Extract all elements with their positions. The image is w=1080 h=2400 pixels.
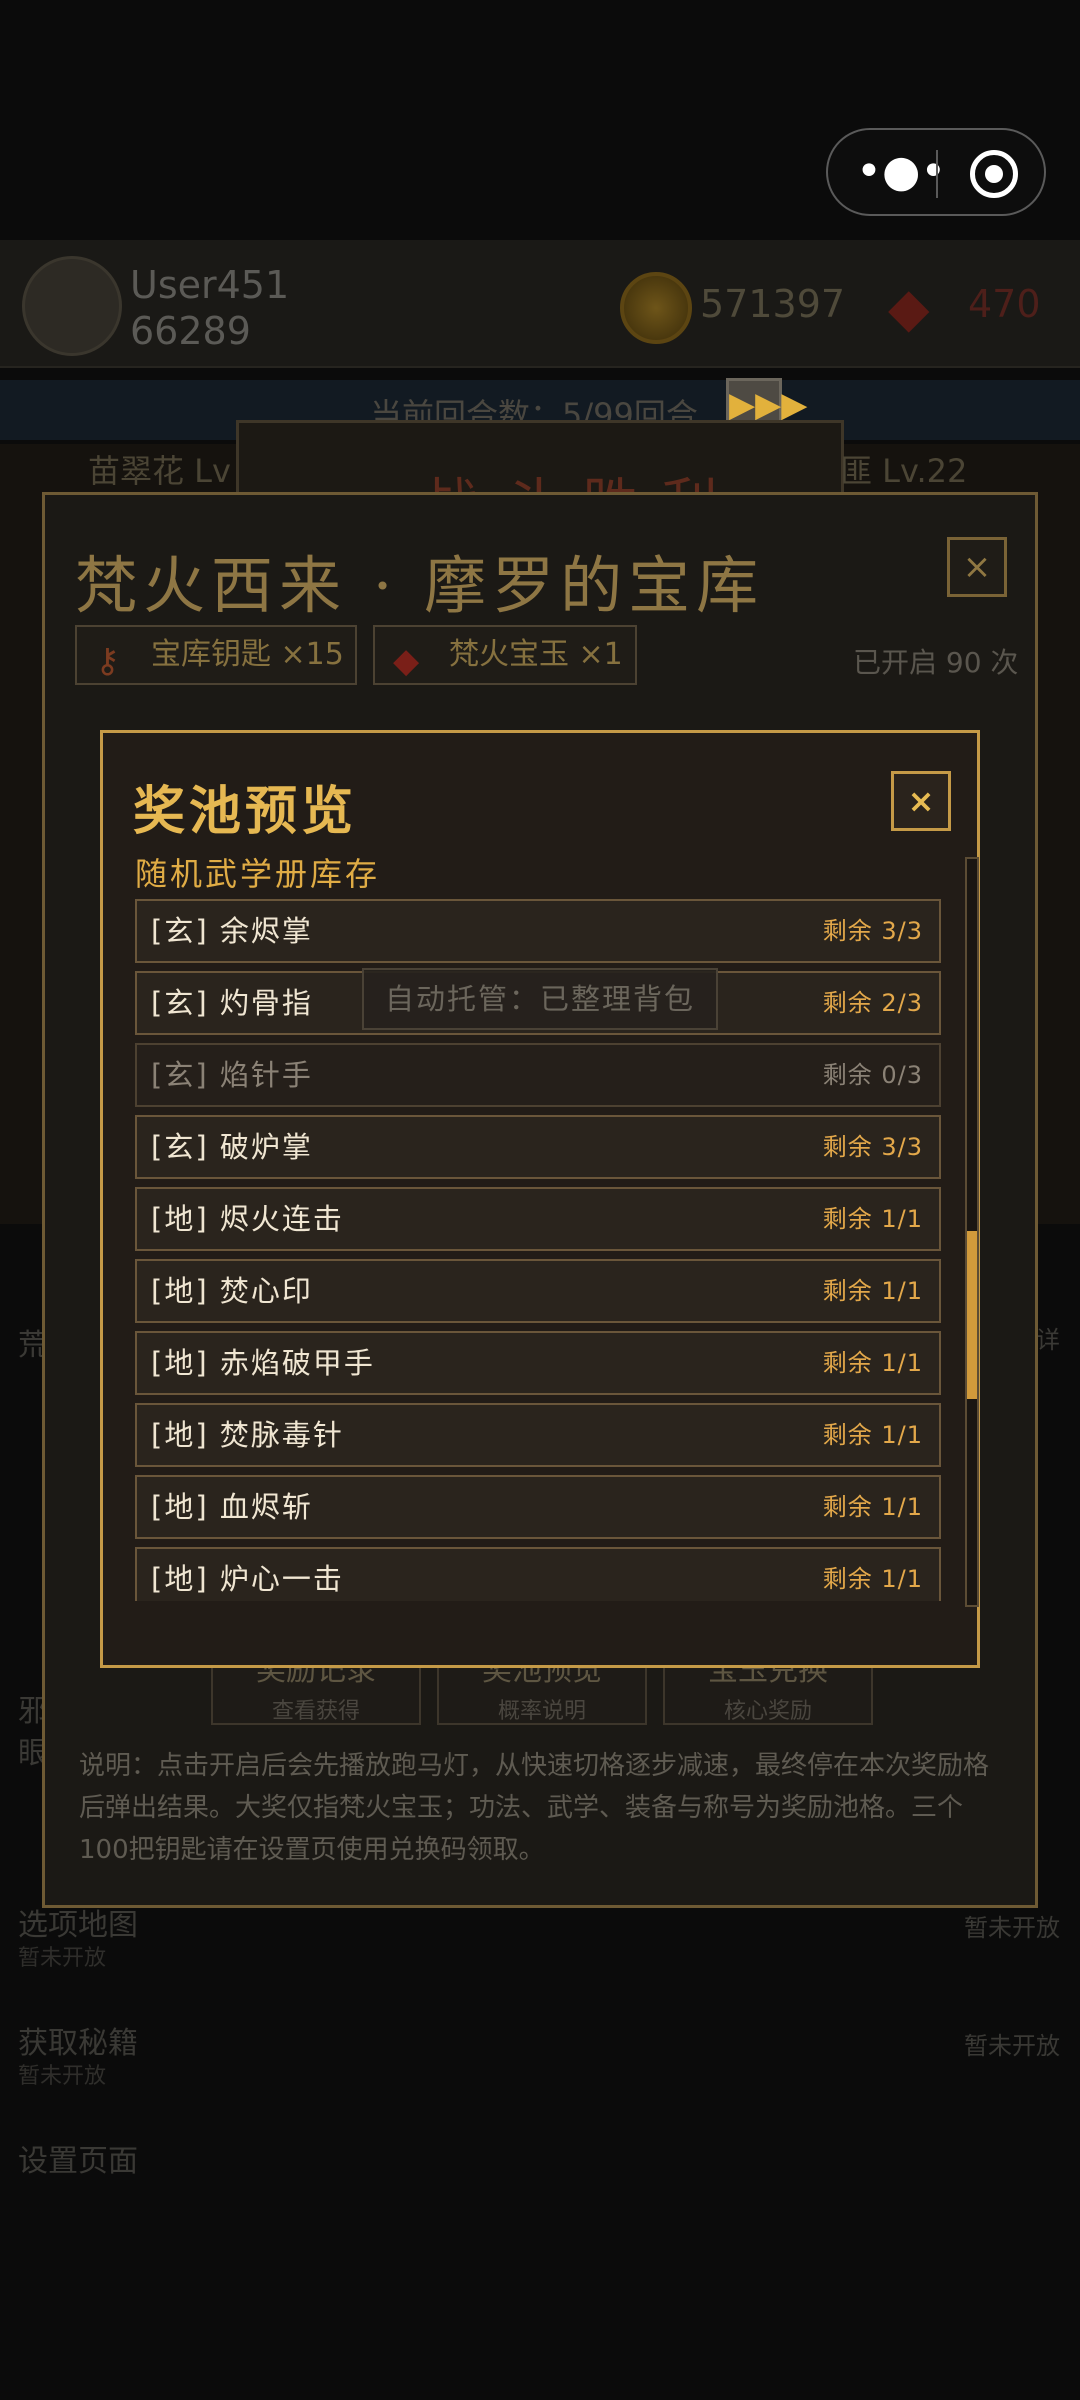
pool-item-remain: 剩余 3/3: [822, 1133, 923, 1161]
bg-entry[interactable]: 选项地图 暂未开放 暂未开放: [0, 1900, 1080, 1971]
pool-item-remain: 剩余 1/1: [822, 1277, 923, 1305]
button-sub: 概率说明: [497, 1699, 586, 1724]
button-sub: 查看获得: [271, 1699, 360, 1724]
bg-entry-sub: 暂未开放: [18, 2064, 107, 2089]
pool-item: [地] 烬火连击 剩余 1/1: [135, 1187, 941, 1251]
capsule-menu: •●•: [826, 128, 1046, 216]
bg-entry-right: 暂未开放: [964, 2032, 1060, 2060]
user-info: User451 66289: [130, 262, 289, 354]
pool-item: [地] 焚脉毒针 剩余 1/1: [135, 1403, 941, 1467]
capsule-divider: [936, 150, 938, 198]
pool-item-name: [地] 血烬斩: [151, 1490, 313, 1524]
pool-scrollbar-thumb[interactable]: [967, 1231, 977, 1399]
pool-item-remain: 剩余 3/3: [822, 917, 923, 945]
more-dots-icon[interactable]: •●•: [856, 146, 946, 198]
pool-item-remain: 剩余 1/1: [822, 1349, 923, 1377]
bg-entry-title: 获取秘籍: [18, 2026, 138, 2061]
pool-section-title: 随机武学册库存: [135, 855, 381, 893]
vault-title: 梵火西来 · 摩罗的宝库: [75, 549, 765, 622]
pool-item-name: [地] 焚心印: [151, 1274, 313, 1308]
pool-preview-dialog: 奖池预览 × 随机武学册库存 [玄] 余烬掌 剩余 3/3 [玄] 灼骨指 剩余…: [100, 730, 980, 1668]
pool-item: [玄] 破炉掌 剩余 3/3: [135, 1115, 941, 1179]
user-name: User451: [130, 263, 290, 307]
bg-row-right: 详: [1036, 1326, 1060, 1354]
bg-entry-title: 设置页面: [18, 2144, 138, 2179]
bg-entry[interactable]: 设置页面: [0, 2136, 1080, 2179]
gem-count: 470: [968, 282, 1041, 326]
avatar: [22, 256, 122, 356]
coin-icon: [620, 272, 692, 344]
pool-item-name: [地] 赤焰破甲手: [151, 1346, 375, 1380]
pool-item-name: [玄] 灼骨指: [151, 986, 313, 1020]
key-icon: ⚷: [95, 641, 120, 681]
jade-gem-icon: ◆: [393, 641, 420, 681]
bg-entry-sub: 暂未开放: [18, 1946, 107, 1971]
bg-entry-right: 暂未开放: [964, 1914, 1060, 1942]
pool-item-name: [玄] 焰针手: [151, 1058, 313, 1092]
button-sub: 核心奖励: [723, 1699, 812, 1724]
pool-item-remain: 剩余 1/1: [822, 1205, 923, 1233]
vault-key-tag: ⚷ 宝库钥匙 ×15: [75, 625, 357, 685]
user-id: 66289: [130, 309, 251, 353]
pool-item: [地] 血烬斩 剩余 1/1: [135, 1475, 941, 1539]
vault-key-label: 宝库钥匙 ×15: [151, 637, 344, 672]
pool-title: 奖池预览: [133, 781, 358, 842]
auto-manage-toast: 自动托管：已整理背包: [362, 968, 718, 1030]
pool-item: [玄] 焰针手 剩余 0/3: [135, 1043, 941, 1107]
pool-item: [地] 焚心印 剩余 1/1: [135, 1259, 941, 1323]
vault-description: 说明：点击开启后会先播放跑马灯，从快速切格逐步减速，最终停在本次奖励格后弹出结果…: [79, 1751, 990, 1865]
right-fighter-level: 匪 Lv.22: [840, 452, 968, 490]
pool-item-name: [玄] 余烬掌: [151, 914, 313, 948]
pool-item: [玄] 余烬掌 剩余 3/3: [135, 899, 941, 963]
pool-scrollbar[interactable]: [965, 857, 979, 1607]
pool-item-remain: 剩余 2/3: [822, 989, 923, 1017]
vault-jade-tag: ◆ 梵火宝玉 ×1: [373, 625, 637, 685]
vault-close-button[interactable]: ×: [947, 537, 1007, 597]
pool-item: [地] 赤焰破甲手 剩余 1/1: [135, 1331, 941, 1395]
pool-item-remain: 剩余 0/3: [822, 1061, 923, 1089]
vault-opened-count: 已开启 90 次: [853, 646, 1019, 679]
vault-jade-label: 梵火宝玉 ×1: [449, 637, 623, 672]
pool-item-name: [地] 炉心一击: [151, 1562, 344, 1596]
left-fighter-name: 苗翠花 Lv: [88, 452, 231, 490]
pool-item: [地] 炉心一击 剩余 1/1: [135, 1547, 941, 1601]
bg-entry[interactable]: 获取秘籍 暂未开放 暂未开放: [0, 2018, 1080, 2089]
gem-icon: ◆: [888, 276, 930, 339]
pool-item-name: [地] 焚脉毒针: [151, 1418, 344, 1452]
target-close-icon[interactable]: [970, 150, 1018, 198]
pool-close-button[interactable]: ×: [891, 771, 951, 831]
pool-item-remain: 剩余 1/1: [822, 1493, 923, 1521]
pool-item-name: [地] 烬火连击: [151, 1202, 344, 1236]
pool-item-remain: 剩余 1/1: [822, 1421, 923, 1449]
pool-item-name: [玄] 破炉掌: [151, 1130, 313, 1164]
pool-item-remain: 剩余 1/1: [822, 1565, 923, 1593]
coin-count: 571397: [700, 282, 846, 326]
